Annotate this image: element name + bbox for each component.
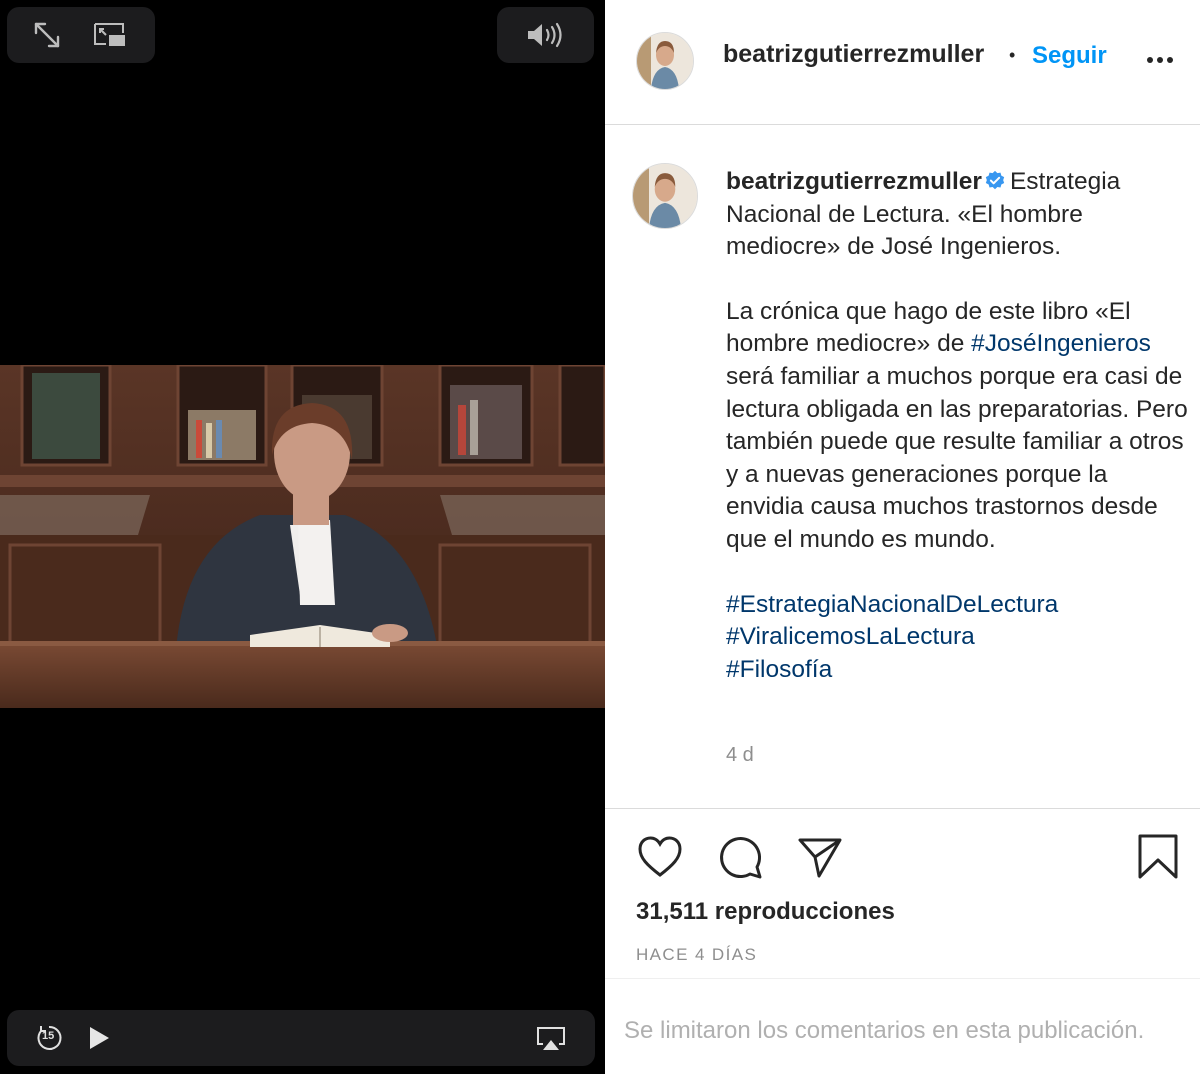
save-button[interactable] — [1137, 833, 1179, 881]
play-button[interactable] — [79, 1018, 119, 1058]
bottom-controls: 15 — [7, 1010, 595, 1066]
picture-in-picture-icon — [94, 23, 125, 46]
bookmark-icon — [1138, 834, 1178, 879]
video-frame — [0, 365, 605, 708]
speaker-volume-icon — [528, 22, 562, 48]
top-left-controls — [7, 7, 155, 63]
hashtag-link[interactable]: #JoséIngenieros — [971, 330, 1151, 357]
hashtag-link[interactable]: #EstrategiaNacionalDeLectura — [726, 591, 1058, 618]
hashtag-link[interactable]: #ViralicemosLaLectura — [726, 623, 975, 650]
caption-timestamp[interactable]: 4 d — [726, 744, 754, 767]
post-header: beatrizgutierrezmuller • Seguir — [605, 0, 1200, 125]
action-bar — [605, 808, 1200, 879]
more-options-button[interactable] — [1145, 50, 1185, 70]
verified-badge-icon — [985, 170, 1005, 190]
header-username[interactable]: beatrizgutierrezmuller — [723, 40, 984, 68]
fullscreen-button[interactable] — [25, 15, 69, 55]
post-caption: beatrizgutierrezmuller Estrategia Naciona… — [726, 166, 1188, 686]
avatar[interactable] — [636, 32, 694, 90]
comment-bubble-icon — [720, 837, 762, 879]
volume-control — [497, 7, 594, 63]
hashtag-link[interactable]: #Filosofía — [726, 656, 832, 683]
video-still — [0, 365, 605, 708]
expand-arrows-icon — [34, 22, 60, 48]
caption-body-end: será familiar a muchos porque era casi d… — [726, 362, 1188, 553]
airplay-button[interactable] — [529, 1018, 573, 1058]
rewind-15-button[interactable]: 15 — [29, 1018, 69, 1058]
view-count[interactable]: 31,511 reproducciones — [636, 898, 895, 926]
comments-section: Se limitaron los comentarios en esta pub… — [605, 978, 1200, 1075]
more-options-icon — [1147, 57, 1173, 63]
caption-username[interactable]: beatrizgutierrezmuller — [726, 168, 982, 195]
header-separator: • — [1009, 45, 1016, 65]
comments-disabled-notice: Se limitaron los comentarios en esta pub… — [624, 1017, 1145, 1044]
post-date[interactable]: HACE 4 DÍAS — [636, 945, 757, 965]
post-sidebar: beatrizgutierrezmuller • Seguir beatrizg… — [605, 0, 1200, 1074]
like-button[interactable] — [637, 835, 683, 879]
caption-avatar-image — [633, 164, 697, 228]
volume-button[interactable] — [517, 15, 575, 55]
caption-avatar[interactable] — [632, 163, 698, 229]
rewind-15-label: 15 — [42, 1030, 55, 1042]
share-button[interactable] — [797, 835, 843, 879]
video-player[interactable]: 15 — [0, 0, 605, 1074]
comment-button[interactable] — [717, 835, 763, 879]
play-icon — [90, 1027, 109, 1049]
picture-in-picture-button[interactable] — [85, 15, 135, 55]
airplay-icon — [537, 1027, 565, 1050]
avatar-image — [637, 33, 693, 89]
paper-plane-icon — [798, 838, 842, 878]
follow-button[interactable]: Seguir — [1032, 42, 1107, 70]
heart-icon — [638, 836, 682, 877]
